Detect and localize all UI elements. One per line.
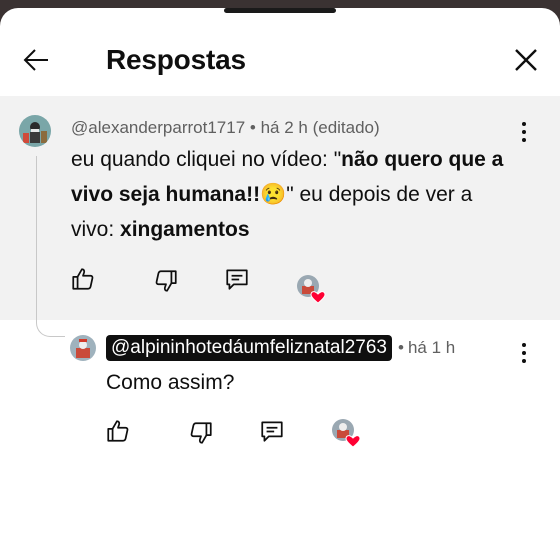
creator-heart-icon: [331, 418, 361, 448]
comment-text: eu quando cliquei no vídeo: "não quero q…: [71, 148, 504, 241]
like-button[interactable]: [68, 264, 98, 294]
back-button[interactable]: [18, 42, 54, 78]
reply-button[interactable]: [222, 264, 252, 294]
thumbs-down-icon: [190, 422, 212, 444]
reply-avatar[interactable]: [70, 335, 96, 361]
edited-label: (editado): [312, 118, 380, 137]
reply-author[interactable]: @alpininhotedáumfeliznatal2763: [106, 335, 392, 361]
reply-icon: [261, 421, 283, 442]
comment-author[interactable]: @alexanderparrot1717: [71, 118, 245, 137]
reply-more-options-button[interactable]: [514, 339, 534, 367]
reply-reply-button[interactable]: [257, 416, 287, 446]
reply-time: há 1 h: [407, 338, 456, 357]
replies-sheet: Respostas @alexanderparrot1717 • há 2 h …: [0, 8, 560, 560]
reply-like-button[interactable]: [103, 416, 133, 446]
avatar-image: [70, 335, 96, 361]
thread-connector: [36, 156, 65, 337]
dislike-button[interactable]: [151, 266, 181, 296]
thumbs-down-icon: [155, 270, 177, 292]
comment-meta: @alexanderparrot1717 • há 2 h (editado): [71, 118, 380, 137]
thumbs-up-icon: [72, 268, 94, 290]
comment-time: há 2 h: [260, 118, 308, 137]
close-icon: [515, 49, 537, 71]
header: Respostas: [0, 8, 560, 96]
avatar[interactable]: [19, 115, 51, 147]
reply-text: Como assim?: [106, 371, 235, 394]
comment-text-bold-2: xingamentos: [120, 218, 250, 241]
page-title: Respostas: [106, 44, 246, 75]
reply-icon: [226, 269, 248, 290]
reply-dislike-button[interactable]: [186, 418, 216, 448]
avatar-image: [19, 115, 51, 147]
close-button[interactable]: [508, 42, 544, 78]
creator-heart-icon: [296, 274, 326, 304]
thumbs-up-icon: [107, 420, 129, 442]
reply-meta: @alpininhotedáumfeliznatal2763 • há 1 h: [106, 335, 455, 361]
arrow-left-icon: [23, 49, 48, 71]
